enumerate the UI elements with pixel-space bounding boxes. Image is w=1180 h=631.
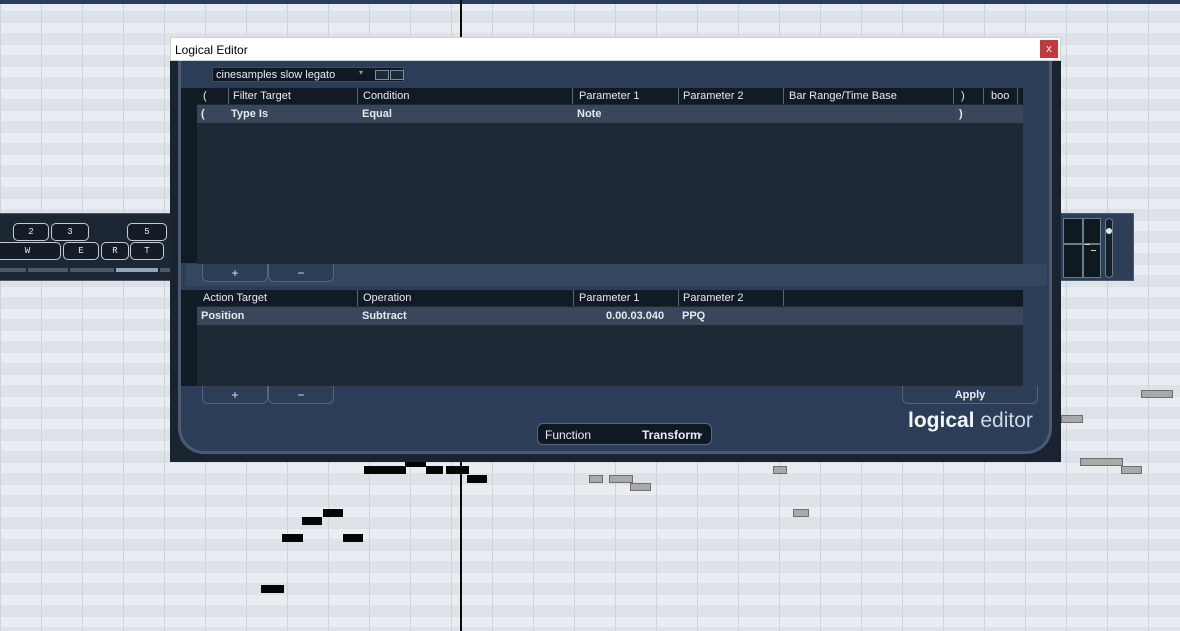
header-bar-range: Bar Range/Time Base	[789, 90, 897, 102]
header-open-bracket: (	[203, 90, 207, 102]
keyboard-bar	[0, 268, 26, 272]
keyboard-bar	[116, 268, 158, 272]
header-condition: Condition	[363, 90, 410, 102]
header-action-parameter-1: Parameter 1	[579, 292, 640, 304]
virtual-keyboard: 2 3 5 W E R T	[0, 213, 172, 281]
remove-filter-button[interactable]: −	[268, 264, 334, 282]
keyboard-bar	[70, 268, 114, 272]
header-close-bracket: )	[961, 90, 965, 102]
midi-note[interactable]	[589, 475, 603, 483]
cell-action-parameter-1[interactable]: 0.00.03.040	[606, 310, 664, 322]
midi-note[interactable]	[1080, 458, 1123, 466]
cell-operation[interactable]: Subtract	[362, 310, 407, 322]
midi-note[interactable]	[773, 466, 787, 474]
filter-side-panel	[181, 88, 197, 263]
midi-note[interactable]	[467, 475, 487, 483]
logical-editor-window: Logical Editor x cinesamples slow legato…	[170, 37, 1061, 462]
filter-conditions-table: ( Filter Target Condition Parameter 1 Pa…	[197, 88, 1023, 264]
action-side-panel	[181, 290, 197, 386]
level-meter	[1063, 218, 1101, 278]
midi-note[interactable]	[282, 534, 303, 542]
volume-slider[interactable]	[1105, 218, 1113, 278]
editor-frame: cinesamples slow legato ▾ ( Filter Targe…	[178, 61, 1052, 454]
header-action-parameter-2: Parameter 2	[683, 292, 744, 304]
midi-note[interactable]	[630, 483, 651, 491]
cell-filter-target[interactable]: Type Is	[231, 108, 268, 120]
midi-note[interactable]	[364, 466, 406, 474]
remove-action-button[interactable]: −	[268, 386, 334, 404]
cell-condition[interactable]: Equal	[362, 108, 392, 120]
store-preset-icon[interactable]	[375, 70, 389, 80]
midi-note[interactable]	[460, 466, 469, 474]
key-3[interactable]: 3	[51, 223, 89, 241]
key-w[interactable]: W	[0, 242, 61, 260]
cell-action-target[interactable]: Position	[201, 310, 244, 322]
cell-action-parameter-2[interactable]: PPQ	[682, 310, 705, 322]
slider-knob[interactable]	[1106, 228, 1112, 234]
table-row[interactable]: ( Type Is Equal Note )	[197, 105, 1023, 123]
midi-note[interactable]	[1141, 390, 1173, 398]
add-action-button[interactable]: +	[202, 386, 268, 404]
header-filter-target: Filter Target	[233, 90, 291, 102]
function-value: Transform	[642, 428, 701, 442]
midi-note[interactable]	[302, 517, 322, 525]
midi-note[interactable]	[426, 466, 443, 474]
header-parameter-1: Parameter 1	[579, 90, 640, 102]
header-parameter-2: Parameter 2	[683, 90, 744, 102]
logo-bold-word: logical	[908, 409, 975, 432]
cell-close-bracket[interactable]: )	[959, 108, 963, 120]
logical-editor-logo: logical editor	[908, 409, 1033, 433]
key-e[interactable]: E	[63, 242, 99, 260]
top-ruler-bar	[0, 0, 1180, 4]
table-row[interactable]: Position Subtract 0.00.03.040 PPQ	[197, 307, 1023, 325]
filter-table-header: ( Filter Target Condition Parameter 1 Pa…	[197, 88, 1023, 104]
window-titlebar[interactable]: Logical Editor x	[170, 37, 1061, 61]
key-5[interactable]: 5	[127, 223, 167, 241]
midi-note[interactable]	[343, 534, 363, 542]
preset-selector[interactable]: cinesamples slow legato ▾	[212, 67, 404, 82]
function-selector[interactable]: Function Transform ▾	[537, 423, 712, 445]
window-title: Logical Editor	[175, 43, 248, 57]
midi-note[interactable]	[261, 585, 284, 593]
midi-note[interactable]	[446, 466, 460, 474]
chevron-down-icon: ▾	[358, 68, 363, 77]
key-2[interactable]: 2	[13, 223, 49, 241]
apply-button[interactable]: Apply	[902, 386, 1038, 404]
cell-parameter-1[interactable]: Note	[577, 108, 601, 120]
key-t[interactable]: T	[130, 242, 164, 260]
logo-light-word: editor	[980, 409, 1033, 432]
midi-note[interactable]	[609, 475, 633, 483]
midi-note[interactable]	[1121, 466, 1142, 474]
midi-note[interactable]	[1061, 415, 1083, 423]
midi-note[interactable]	[323, 509, 343, 517]
action-table: Action Target Operation Parameter 1 Para…	[197, 290, 1023, 386]
preset-name: cinesamples slow legato	[216, 69, 336, 81]
header-bool: boo	[991, 90, 1010, 102]
remove-preset-icon[interactable]	[390, 70, 404, 80]
function-label: Function	[545, 428, 592, 442]
close-button[interactable]: x	[1040, 40, 1058, 58]
header-operation: Operation	[363, 292, 412, 304]
level-meter-panel	[1060, 213, 1134, 281]
midi-note[interactable]	[793, 509, 809, 517]
header-action-target: Action Target	[203, 292, 268, 304]
keyboard-bar	[28, 268, 68, 272]
key-r[interactable]: R	[101, 242, 129, 260]
add-filter-button[interactable]: +	[202, 264, 268, 282]
chevron-down-icon: ▾	[699, 432, 703, 439]
editor-body: cinesamples slow legato ▾ ( Filter Targe…	[170, 61, 1061, 462]
action-table-header: Action Target Operation Parameter 1 Para…	[197, 290, 1023, 306]
cell-open-bracket[interactable]: (	[201, 108, 205, 120]
